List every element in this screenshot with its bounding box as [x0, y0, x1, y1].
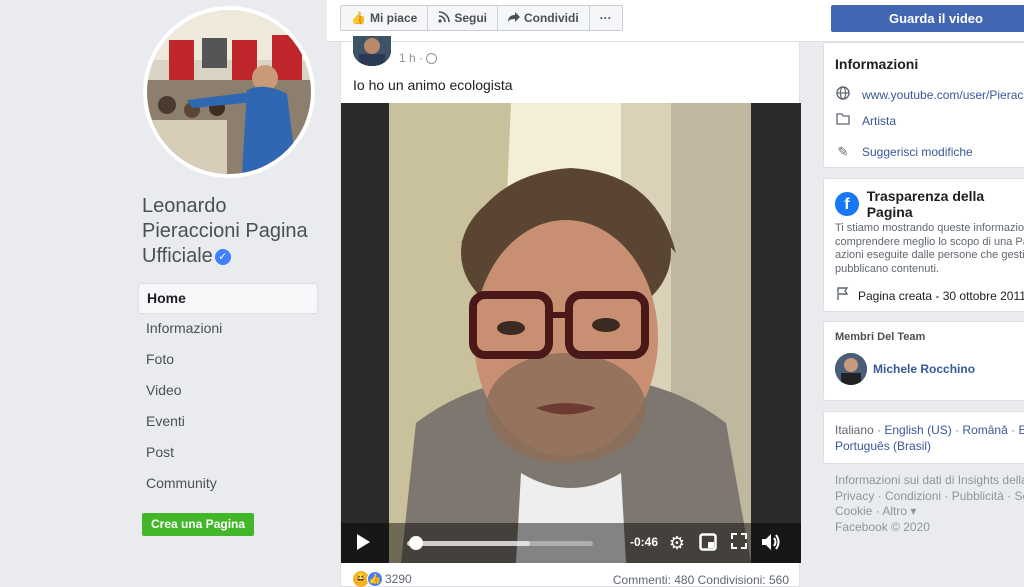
- post-text: Io ho un animo ecologista: [353, 77, 513, 93]
- verified-badge-icon: ✓: [214, 249, 231, 265]
- volume-icon[interactable]: [761, 533, 781, 553]
- follow-button[interactable]: Segui: [428, 6, 498, 30]
- video-frame: [341, 103, 801, 563]
- insights-info-link[interactable]: Informazioni sui dati di Insights della: [835, 473, 1024, 489]
- info-title: Informazioni: [835, 56, 919, 72]
- page-name[interactable]: Leonardo Pieraccioni Pagina Ufficiale ✓: [142, 194, 322, 269]
- video-buffered: [407, 541, 530, 546]
- share-button[interactable]: Condividi: [498, 6, 590, 30]
- more-dots-icon: ···: [599, 11, 612, 25]
- like-label: Mi piace: [369, 11, 418, 25]
- follow-label: Segui: [454, 11, 487, 25]
- transparency-line: comprendere meglio lo scopo di una Pag: [835, 235, 1024, 248]
- rss-icon: [438, 10, 451, 26]
- post-timestamp[interactable]: 1 h ·: [399, 51, 423, 65]
- reaction-count: 3290: [385, 572, 412, 586]
- copyright: Facebook © 2020: [835, 519, 930, 534]
- language-card: Italiano · English (US) · Română · EsPor…: [823, 411, 1024, 464]
- globe-icon: [835, 86, 851, 103]
- nav-item-foto[interactable]: Foto: [138, 345, 318, 376]
- nav-item-post[interactable]: Post: [138, 438, 318, 469]
- language-link-es[interactable]: Es: [1018, 423, 1024, 437]
- team-title: Membri Del Team: [835, 331, 926, 343]
- page-nav: Home Informazioni Foto Video Eventi Post…: [138, 283, 318, 500]
- footer-link-cookie[interactable]: Cookie: [835, 504, 872, 518]
- video-progress-bar[interactable]: [407, 536, 593, 550]
- transparency-line: Ti stiamo mostrando queste informazioni: [835, 222, 1024, 234]
- reactions-summary[interactable]: 😆 👍 3290: [353, 571, 412, 587]
- caret-down-icon[interactable]: ▾: [907, 504, 916, 518]
- pencil-icon: ✎: [837, 144, 849, 159]
- fullscreen-icon[interactable]: [729, 533, 749, 553]
- page-created-row: Pagina creata - 30 ottobre 2011: [835, 287, 1024, 304]
- nav-item-community[interactable]: Community: [138, 469, 318, 500]
- more-options-button[interactable]: ···: [590, 6, 622, 30]
- like-reaction-icon: 👍: [367, 571, 383, 587]
- create-page-button[interactable]: Crea una Pagina: [142, 513, 255, 536]
- globe-icon: [426, 52, 438, 64]
- facebook-logo-icon: f: [835, 192, 859, 216]
- flag-icon: [835, 287, 851, 304]
- footer-link-ads[interactable]: Pubblicità: [952, 489, 1004, 503]
- category-row: Artista: [835, 113, 896, 128]
- post-author-avatar[interactable]: [353, 36, 391, 66]
- category-icon: [835, 113, 851, 128]
- footer-link-sc[interactable]: Sc: [1014, 489, 1024, 503]
- nav-item-informazioni[interactable]: Informazioni: [138, 314, 318, 345]
- transparency-line: pubblicano contenuti.: [835, 262, 939, 275]
- page-transparency-card: f Trasparenza della Pagina Ti stiamo mos…: [823, 178, 1024, 312]
- info-card: Informazioni www.youtube.com/user/Pierac…: [823, 42, 1024, 168]
- share-arrow-icon: [507, 11, 520, 26]
- thumbs-up-icon: 👍: [351, 11, 366, 25]
- video-post: 1 h · Io ho un animo ecologista -0:46 ⚙ …: [340, 36, 801, 587]
- page-created-date: Pagina creata - 30 ottobre 2011: [858, 288, 1024, 303]
- video-time-remaining: -0:46: [630, 535, 659, 549]
- video-controls: -0:46 ⚙: [341, 523, 801, 563]
- comment-share-counts: Commenti: 480 Condivisioni: 560: [613, 573, 789, 587]
- comments-count[interactable]: Commenti: 480: [613, 573, 694, 587]
- profile-picture-image: [147, 10, 311, 174]
- website-row: www.youtube.com/user/Pieracc: [835, 86, 1024, 103]
- member-avatar[interactable]: [835, 353, 867, 385]
- suggest-edits-link[interactable]: Suggerisci modifiche: [862, 145, 973, 159]
- footer-link-more[interactable]: Altro: [882, 504, 907, 518]
- footer-link-privacy[interactable]: Privacy: [835, 489, 874, 503]
- suggest-edits-row: ✎ Suggerisci modifiche: [835, 144, 973, 160]
- transparency-line: azioni eseguite dalle persone che gestis: [835, 249, 1024, 261]
- language-list: Italiano · English (US) · Română · EsPor…: [835, 422, 1024, 454]
- transparency-title[interactable]: Trasparenza della Pagina: [867, 188, 1024, 220]
- left-sidebar: Leonardo Pieraccioni Pagina Ufficiale ✓ H…: [0, 0, 327, 587]
- settings-gear-icon[interactable]: ⚙: [667, 533, 687, 553]
- nav-item-home[interactable]: Home: [138, 283, 318, 314]
- nav-item-eventi[interactable]: Eventi: [138, 407, 318, 438]
- team-members-card: Membri Del Team Michele Rocchino: [823, 321, 1024, 401]
- like-page-button[interactable]: 👍 Mi piace: [341, 6, 429, 30]
- video-player[interactable]: -0:46 ⚙: [341, 103, 801, 563]
- picture-in-picture-icon[interactable]: [698, 533, 718, 553]
- play-icon[interactable]: [357, 534, 370, 550]
- page-action-bar: 👍 Mi piace Segui Condividi ··· Guarda il…: [327, 0, 1024, 42]
- member-name[interactable]: Michele Rocchino: [873, 362, 975, 376]
- language-link-english[interactable]: English (US): [884, 423, 951, 437]
- language-link-romana[interactable]: Română: [962, 423, 1007, 437]
- share-label: Condividi: [523, 11, 579, 25]
- site-footer: Informazioni sui dati di Insights della …: [835, 473, 1024, 535]
- transparency-description: Ti stiamo mostrando queste informazioni …: [835, 222, 1024, 276]
- transparency-header: f Trasparenza della Pagina: [835, 188, 1024, 220]
- footer-links-row: Privacy · Condizioni · Pubblicità · Sc: [835, 489, 1024, 505]
- footer-links-row: Cookie · Altro ▾: [835, 504, 917, 518]
- team-member-row[interactable]: Michele Rocchino: [835, 353, 975, 385]
- footer-link-conditions[interactable]: Condizioni: [885, 489, 941, 503]
- nav-item-video[interactable]: Video: [138, 376, 318, 407]
- video-progress-knob[interactable]: [409, 536, 424, 550]
- profile-picture[interactable]: [143, 6, 315, 178]
- current-language: Italiano: [835, 423, 874, 437]
- language-link-portugues[interactable]: Português (Brasil): [835, 439, 931, 453]
- category-link[interactable]: Artista: [862, 114, 896, 128]
- post-meta: 1 h ·: [399, 51, 438, 65]
- watch-video-button[interactable]: Guarda il video: [831, 5, 1024, 32]
- shares-count[interactable]: Condivisioni: 560: [698, 573, 789, 587]
- website-link[interactable]: www.youtube.com/user/Pieracc: [862, 88, 1024, 102]
- page-actions: 👍 Mi piace Segui Condividi ···: [340, 5, 623, 31]
